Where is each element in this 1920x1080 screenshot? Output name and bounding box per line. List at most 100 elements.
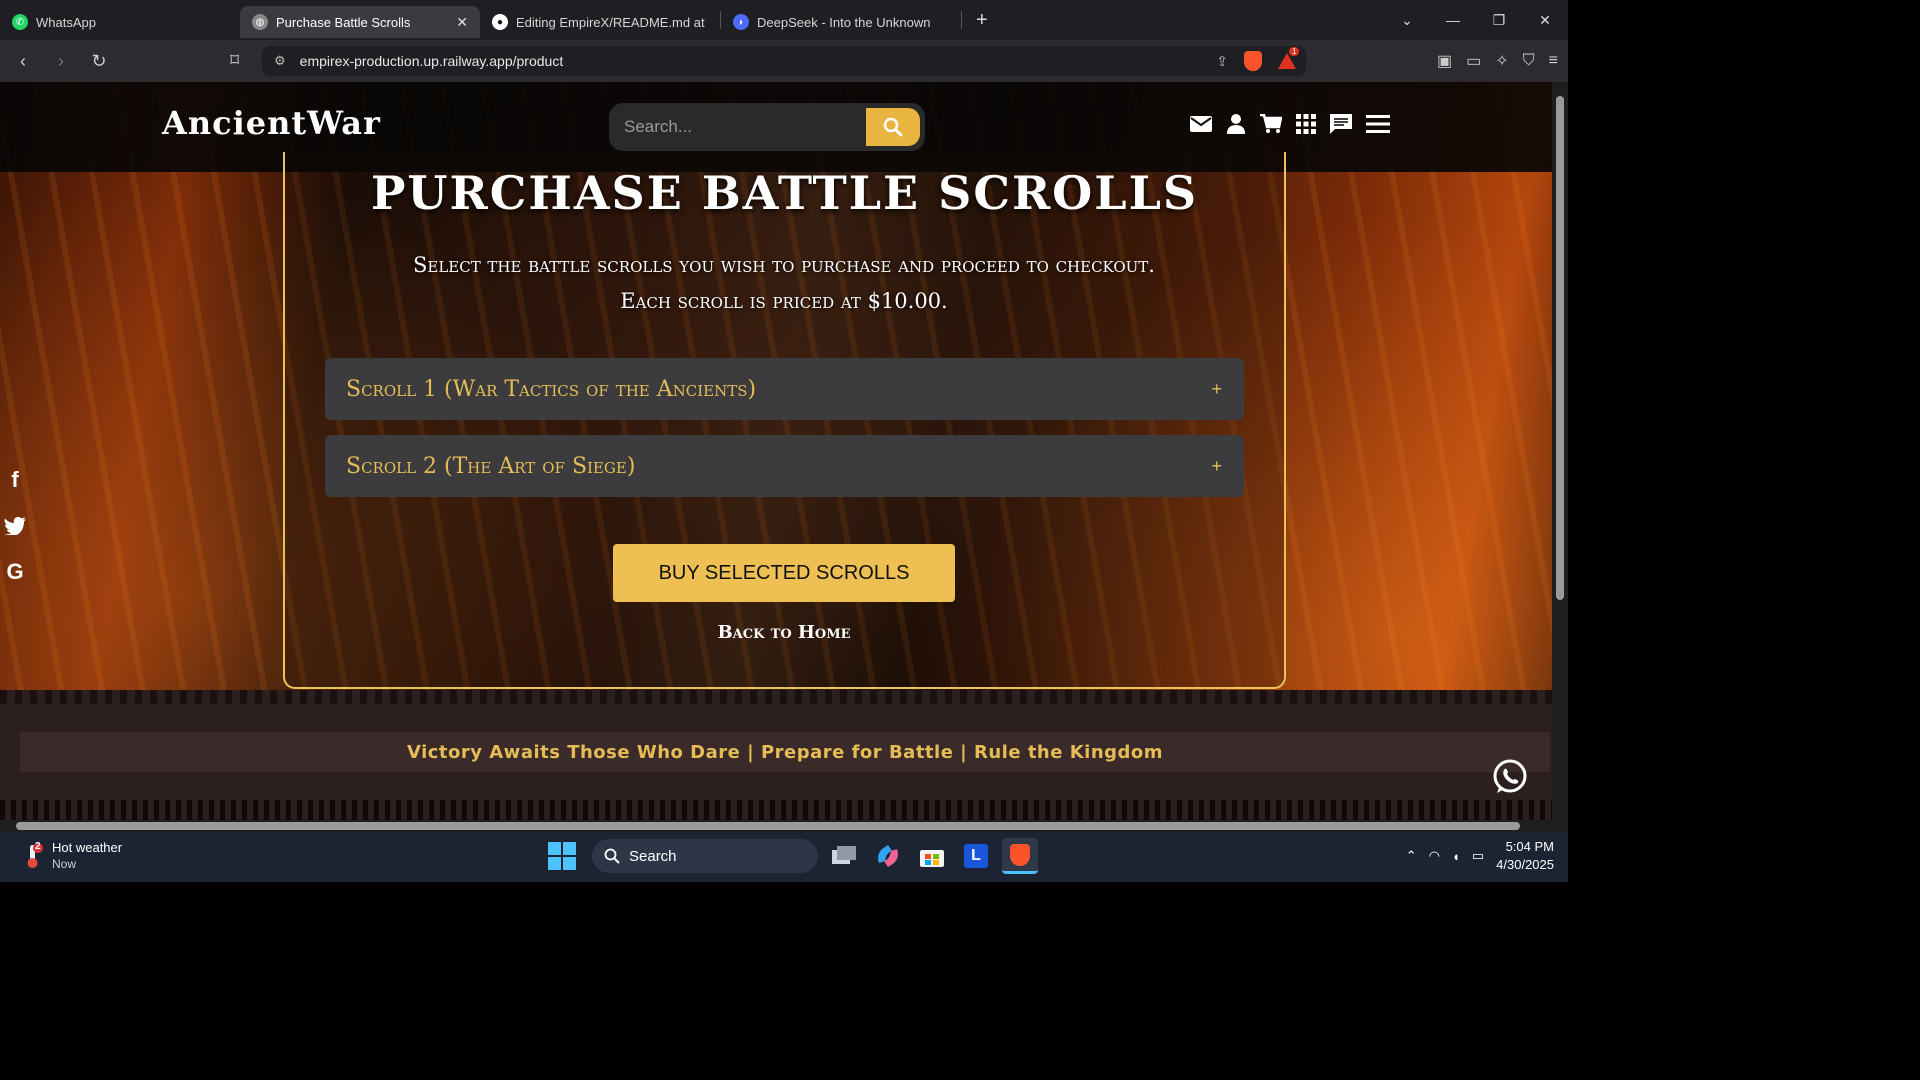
minimize-icon[interactable]: — [1430,12,1476,28]
back-icon[interactable]: ‹ [8,51,38,72]
clock-date: 4/30/2025 [1496,857,1554,872]
wallet-icon[interactable]: ▭ [1466,51,1481,71]
tab-divider [961,11,962,29]
buy-selected-scrolls-button[interactable]: BUY SELECTED SCROLLS [613,544,955,602]
browser-tab-bar: ✆ WhatsApp ◍ Purchase Battle Scrolls ✕ ●… [0,0,1568,40]
footer-marquee: Victory Awaits Those Who Dare | Prepare … [20,732,1550,772]
task-view-icon[interactable] [826,838,862,874]
window-controls: ⌄ — ❐ ✕ [1384,0,1568,40]
search-button[interactable] [866,108,920,146]
system-tray: ⌃ ◠ ◖ ▭ 5:04 PM 4/30/2025 [1406,838,1554,874]
new-tab-icon[interactable]: + [976,9,988,32]
weather-subtitle: Now [52,857,77,871]
clock[interactable]: 5:04 PM 4/30/2025 [1496,838,1554,874]
clock-time: 5:04 PM [1505,839,1554,854]
menu-icon[interactable] [1365,112,1391,136]
battery-icon[interactable]: ▭ [1472,848,1484,864]
sidebar-toggle-icon[interactable]: ▣ [1437,51,1452,71]
tab-title: Purchase Battle Scrolls [276,14,411,30]
rewards-badge: 1 [1289,47,1300,56]
wifi-icon[interactable]: ◠ [1429,848,1440,864]
subtitle-line: Select the battle scrolls you wish to pu… [413,253,1155,277]
scroll-label: Scroll 1 (War Tactics of the Ancients) [346,376,757,402]
tab-title: Editing EmpireX/README.md at ma [516,14,708,30]
url-text: empirex-production.up.railway.app/produc… [299,53,564,69]
google-icon[interactable]: G [4,559,26,584]
taskbar-search[interactable]: Search [592,839,818,873]
microsoft-store-icon[interactable] [914,838,950,874]
site-search [609,103,925,151]
page-title: Purchase Battle Scrolls [370,166,1199,220]
chat-icon[interactable] [1330,112,1352,136]
tab-deepseek[interactable]: ◗ DeepSeek - Into the Unknown [721,6,961,38]
whatsapp-icon [1493,759,1527,793]
weather-badge: 2 [35,841,41,852]
globe-icon: ◍ [252,14,268,30]
user-icon[interactable] [1225,112,1247,136]
forward-icon[interactable]: › [46,51,76,72]
l-app-icon[interactable]: L [958,838,994,874]
tab-list-chevron-icon[interactable]: ⌄ [1384,12,1430,29]
search-icon [604,848,620,864]
windows-start-icon[interactable] [548,842,576,870]
vpn-shield-icon[interactable]: ⛉ [1523,52,1535,70]
restore-icon[interactable]: ❐ [1476,12,1522,29]
browser-menu-icon[interactable]: ≡ [1549,52,1558,70]
whatsapp-icon: ✆ [12,14,28,30]
tab-purchase-battle-scrolls[interactable]: ◍ Purchase Battle Scrolls ✕ [240,6,480,38]
search-icon [883,117,903,137]
subtitle-line: Each scroll is priced at $10.00. [620,289,948,313]
page-viewport: AncientWar Purchase Battle Scrolls Selec… [0,82,1552,820]
tab-whatsapp[interactable]: ✆ WhatsApp [0,6,240,38]
weather-title: Hot weather [52,840,123,855]
brave-browser-icon[interactable] [1002,838,1038,874]
deepseek-icon: ◗ [733,14,749,30]
close-window-icon[interactable]: ✕ [1522,12,1568,29]
search-input[interactable] [609,103,865,151]
brave-rewards-icon[interactable]: 1 [1278,47,1300,69]
twitter-icon[interactable] [4,514,26,538]
share-icon[interactable]: ⇪ [1216,53,1228,70]
back-to-home-link[interactable]: Back to Home [613,622,955,643]
copilot-icon[interactable] [870,838,906,874]
volume-icon[interactable]: ◖ [1452,849,1460,864]
mail-icon[interactable] [1190,112,1212,136]
scroll-label: Scroll 2 (The Art of Siege) [346,453,636,479]
leo-ai-icon[interactable]: ✧ [1495,51,1508,71]
site-logo[interactable]: AncientWar [162,104,381,142]
taskbar-search-label: Search [629,847,677,865]
tab-github[interactable]: ● Editing EmpireX/README.md at ma [480,6,720,38]
address-toolbar: ‹ › ↻ ⌑ ⚙ empirex-production.up.railway.… [0,40,1568,82]
expand-plus-icon[interactable]: + [1211,379,1222,400]
cart-icon[interactable] [1260,112,1282,136]
windows-taskbar: 2 Hot weather Now Search L ⌃ ◠ ◖ ▭ 5:04 … [0,832,1568,882]
horizontal-scrollbar[interactable] [0,820,1568,832]
tab-title: WhatsApp [36,14,96,30]
tab-title: DeepSeek - Into the Unknown [757,14,931,30]
taskbar-apps: Search L [540,838,1038,874]
horizontal-scroll-thumb[interactable] [16,822,1520,830]
scroll-option-2[interactable]: Scroll 2 (The Art of Siege) + [325,435,1244,497]
vertical-scrollbar[interactable] [1552,82,1568,820]
scroll-option-1[interactable]: Scroll 1 (War Tactics of the Ancients) + [325,358,1244,420]
reload-icon[interactable]: ↻ [84,51,114,72]
expand-plus-icon[interactable]: + [1211,456,1222,477]
purchase-card [283,152,1286,689]
page-subtitle: Select the battle scrolls you wish to pu… [300,247,1268,319]
facebook-icon[interactable]: f [4,467,26,492]
whatsapp-float-button[interactable] [1491,758,1529,796]
site-settings-icon[interactable]: ⚙ [274,53,286,69]
bookmark-icon[interactable]: ⌑ [230,50,239,71]
github-icon: ● [492,14,508,30]
chevron-up-icon[interactable]: ⌃ [1406,848,1417,864]
brave-shields-icon[interactable] [1244,51,1262,71]
thermometer-icon: 2 [22,841,44,869]
close-tab-icon[interactable]: ✕ [456,14,468,31]
vertical-scroll-thumb[interactable] [1556,96,1564,600]
header-icon-group [1190,112,1391,136]
browser-toolbar-right: ▣ ▭ ✧ ⛉ ≡ [1437,40,1558,82]
grid-icon[interactable] [1295,112,1317,136]
weather-widget[interactable]: 2 Hot weather Now [22,840,122,872]
url-bar[interactable]: ⚙ empirex-production.up.railway.app/prod… [262,46,1306,76]
site-footer: Victory Awaits Those Who Dare | Prepare … [0,690,1552,820]
